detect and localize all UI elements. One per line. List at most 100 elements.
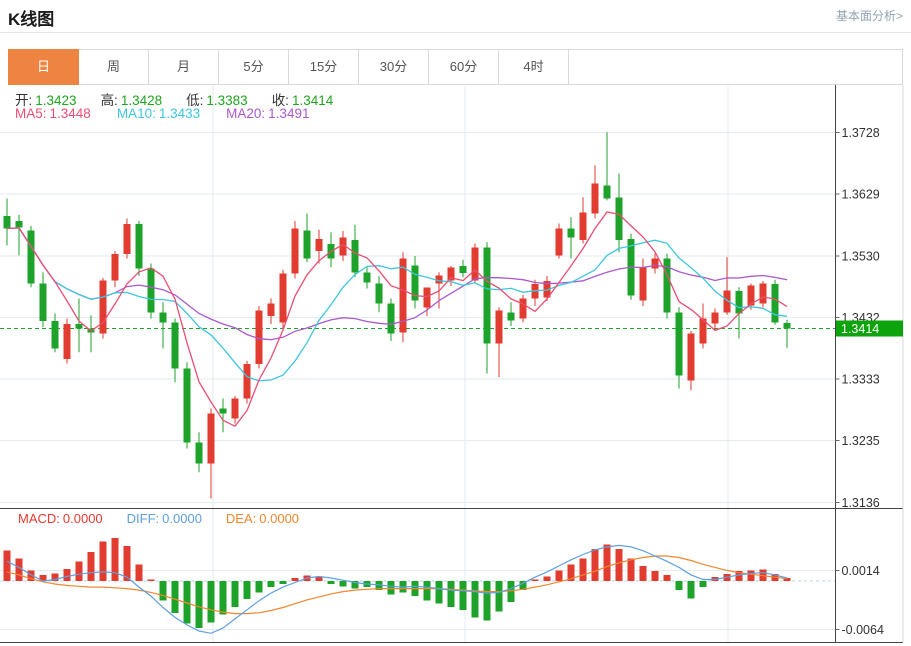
axis-label: 1.3136 (842, 496, 880, 510)
candle-body (616, 197, 623, 240)
ma-row-item: MA20:1.3491 (226, 106, 309, 121)
candle-body (292, 229, 299, 274)
macd-bar (700, 581, 707, 587)
macd-bar (664, 575, 671, 581)
candle-body (388, 304, 395, 334)
macd-bar (640, 566, 647, 581)
axis-label: 1.3530 (842, 250, 880, 264)
macd-bar (688, 581, 695, 598)
macd-histogram (4, 538, 791, 628)
macd-bar (472, 581, 479, 617)
ma-readout: MA5:1.3448 MA10:1.3433 MA20:1.3491 (15, 106, 309, 121)
ma-row-item: MA10:1.3433 (117, 106, 200, 121)
macd-bar (508, 581, 515, 602)
macd-bar (172, 581, 179, 613)
candle-body (520, 299, 527, 319)
macd-bar (604, 545, 611, 581)
macd-bar (316, 577, 323, 581)
candle-body (592, 184, 599, 214)
macd-bar (136, 564, 143, 581)
candle-body (16, 221, 23, 227)
macd-bar (244, 581, 251, 599)
candle-body (268, 304, 275, 317)
candle-body (244, 364, 251, 398)
candle-body (100, 280, 107, 333)
macd-bar (484, 581, 491, 620)
candle-body (784, 323, 791, 329)
candle-body (304, 230, 311, 258)
candle-body (4, 216, 11, 229)
axis-label: -0.0064 (842, 623, 884, 637)
macd-bar (232, 581, 239, 607)
candle-body (136, 224, 143, 268)
macd-bar (112, 538, 119, 581)
candle-body (568, 229, 575, 238)
candle-body (436, 275, 443, 283)
candle-body (52, 321, 59, 349)
axis-label: 1.3333 (842, 373, 880, 387)
macd-bar (100, 542, 107, 581)
macd-readout: MACD:0.0000 DIFF:0.0000 DEA:0.0000 (18, 511, 299, 526)
macd-bar (292, 578, 299, 581)
candle-body (580, 212, 587, 240)
candle-body (640, 267, 647, 300)
macd-bar (448, 581, 455, 607)
macd-bar (280, 581, 287, 584)
ma-row-item: MA5:1.3448 (15, 106, 91, 121)
macd-bar (328, 581, 335, 584)
macd-bar (580, 558, 587, 581)
candle-body (604, 185, 611, 198)
candle-body (172, 322, 179, 368)
macd-bar (220, 581, 227, 614)
macd-bar (208, 581, 215, 623)
kline-page: { "header": { "title": "K线图", "link_labe… (0, 0, 911, 646)
candle-body (736, 291, 743, 314)
candle-body (40, 284, 47, 322)
candle-body (184, 369, 191, 443)
macd-row-item: MACD:0.0000 (18, 511, 103, 526)
candle-body (352, 240, 359, 273)
macd-bar (556, 570, 563, 581)
candle-body (112, 254, 119, 280)
axis-label: 1.3235 (842, 434, 880, 448)
macd-bar (76, 561, 83, 581)
candle-body (484, 247, 491, 343)
candle-body (688, 334, 695, 381)
candle-body (376, 284, 383, 304)
macd-bar (544, 576, 551, 581)
candle-body (208, 414, 215, 464)
candles-layer (4, 132, 791, 498)
macd-row-item: DIFF:0.0000 (127, 511, 202, 526)
macd-bar (436, 581, 443, 604)
macd-row-item: DEA:0.0000 (226, 511, 299, 526)
axis-label: 1.3728 (842, 126, 880, 140)
candle-body (472, 247, 479, 280)
candle-body (124, 224, 131, 254)
candle-body (232, 399, 239, 419)
macd-bar (424, 581, 431, 601)
macd-bar (532, 579, 539, 581)
candle-body (652, 259, 659, 269)
candle-body (496, 310, 503, 343)
candle-body (280, 274, 287, 323)
candle-body (196, 442, 203, 463)
macd-bar (88, 552, 95, 581)
candle-body (316, 239, 323, 251)
candle-body (556, 229, 563, 256)
macd-bar (196, 581, 203, 628)
candle-body (676, 312, 683, 375)
candle-body (772, 284, 779, 322)
macd-bar (460, 581, 467, 610)
macd-bar (592, 549, 599, 581)
candle-body (160, 312, 167, 322)
candle-body (760, 284, 767, 304)
macd-bar (616, 549, 623, 581)
candle-body (712, 312, 719, 323)
macd-bar (256, 581, 263, 592)
candle-body (460, 266, 467, 273)
macd-bar (160, 581, 167, 601)
candle-body (364, 272, 371, 282)
candle-body (64, 324, 71, 359)
macd-bar (652, 571, 659, 581)
axis-label: 0.0014 (842, 564, 880, 578)
